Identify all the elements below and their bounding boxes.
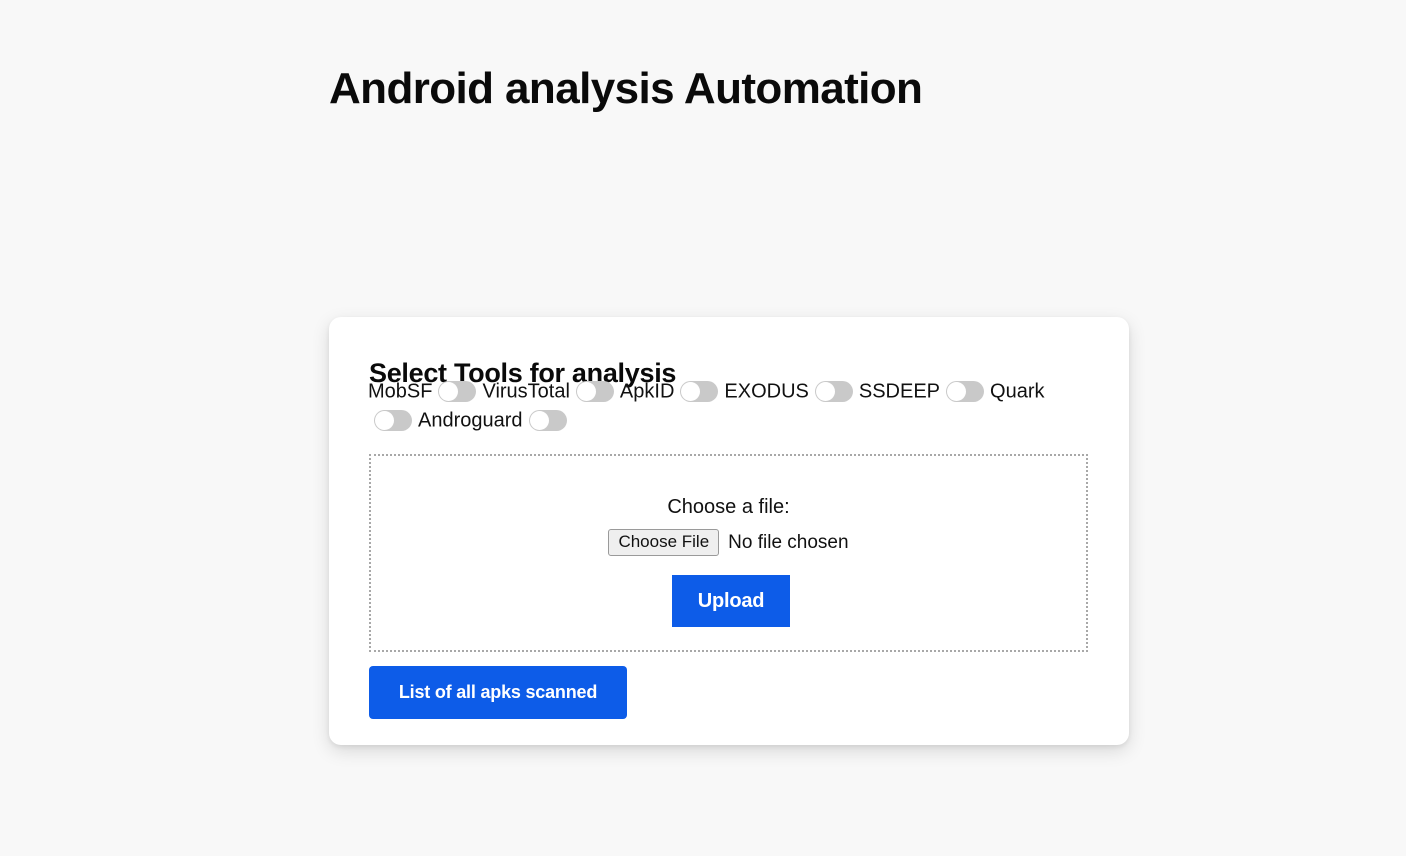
file-dropzone[interactable]: Choose a file: Choose File No file chose… [369,454,1088,652]
tool-toggle-androguard[interactable] [528,409,567,431]
toggle-knob [947,382,967,402]
tool-toggle-mobsf[interactable] [438,381,477,403]
upload-button[interactable]: Upload [672,575,790,627]
toggle-knob [439,382,459,402]
tool-toggle-quark[interactable] [374,409,412,431]
page-title: Android analysis Automation [329,64,923,114]
tool-label-ssdeep: SSDEEP [858,380,941,403]
tool-toggle-ssdeep[interactable] [946,381,985,403]
tool-label-androguard: Androguard [418,409,523,432]
tool-label-quark: Quark [990,380,1045,403]
tool-toggle-exodus[interactable] [814,381,853,403]
toggle-knob [815,382,835,402]
tool-label-mobsf: MobSF [368,380,433,403]
tool-toggle-group: MobSF VirusTotal ApkID EXODUS SSDEEP Quark And… [368,377,1090,434]
list-scanned-apks-button[interactable]: List of all apks scanned [369,666,627,719]
toggle-knob [529,410,549,430]
analysis-card: Select Tools for analysis MobSF VirusTota… [329,317,1129,745]
toggle-knob [375,410,394,430]
tool-label-apkid: ApkID [619,380,675,403]
toggle-knob [576,382,596,402]
file-status-text: No file chosen [728,531,849,553]
choose-file-button[interactable]: Choose File [608,529,720,556]
tool-label-exodus: EXODUS [724,380,809,403]
toggle-knob [681,382,701,402]
tool-label-virustotal: VirusTotal [482,380,570,403]
choose-file-prompt: Choose a file: [667,496,790,518]
tool-toggle-virustotal[interactable] [575,381,614,403]
file-input-row: Choose File No file chosen [371,529,1086,556]
tool-toggle-apkid[interactable] [680,381,719,403]
